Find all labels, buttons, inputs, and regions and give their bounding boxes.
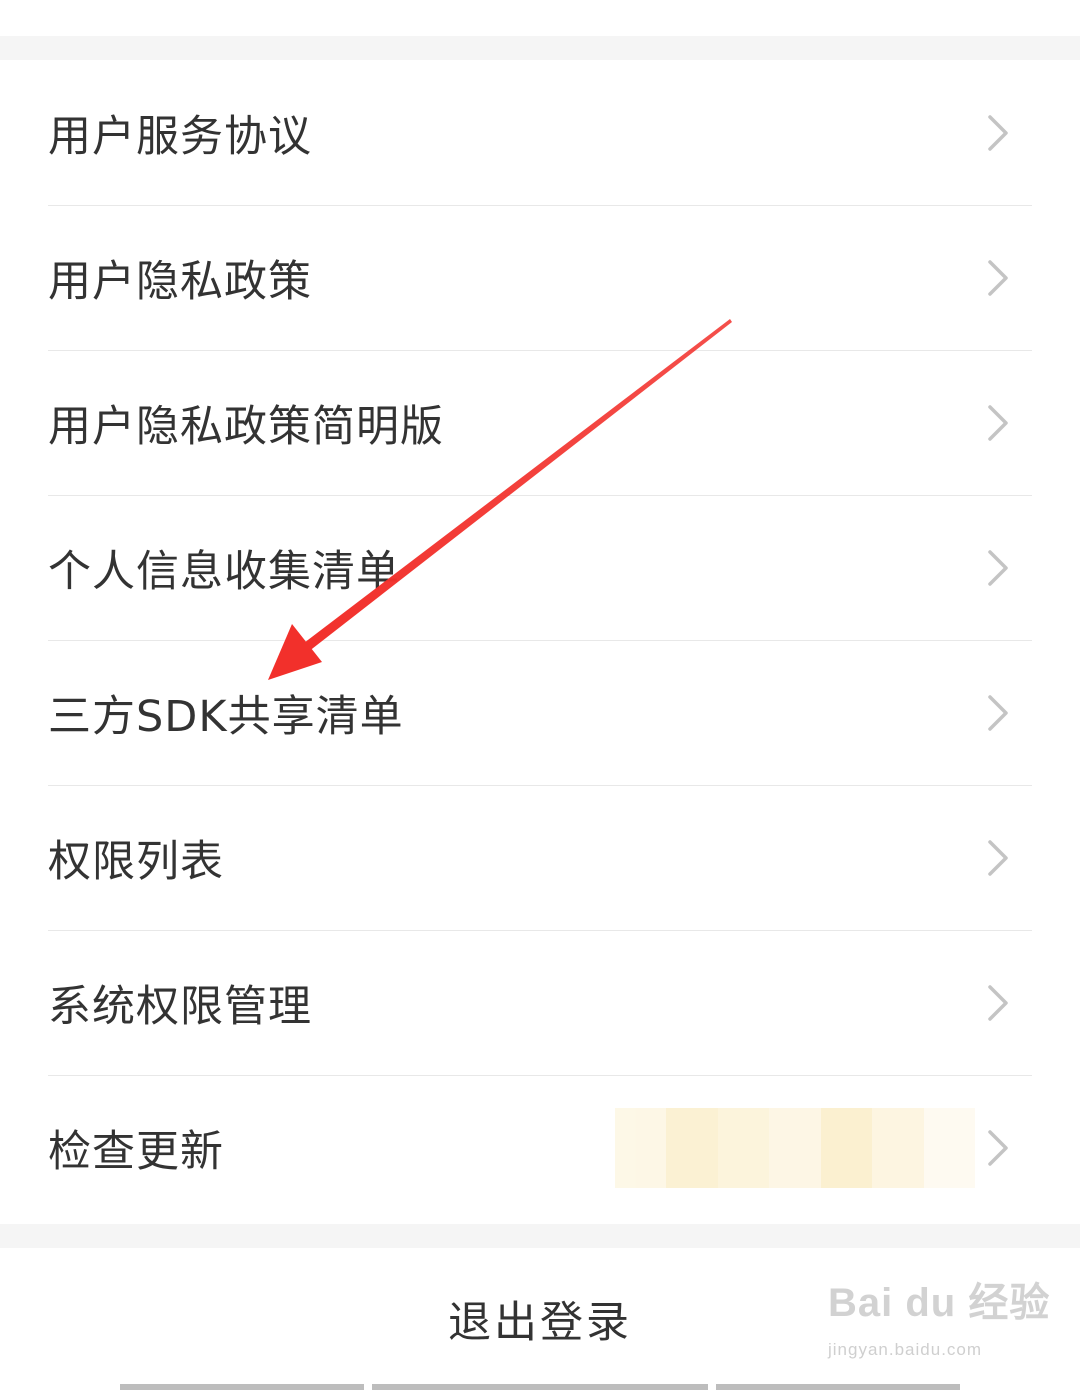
chevron-right-icon xyxy=(978,1128,1018,1168)
bottom-toolbar-edge xyxy=(0,1384,1080,1390)
menu-item-system-permission-management[interactable]: 系统权限管理 xyxy=(48,930,1032,1075)
menu-item-label: 系统权限管理 xyxy=(48,982,312,1032)
chevron-right-icon xyxy=(978,258,1018,298)
menu-item-personal-info-collection-list[interactable]: 个人信息收集清单 xyxy=(48,495,1032,640)
settings-menu: 用户服务协议 用户隐私政策 用户隐私政策简明版 个人信息收集清单 三方SDK共享… xyxy=(0,60,1080,1224)
chevron-right-icon xyxy=(978,548,1018,588)
version-blur-patch xyxy=(615,1108,975,1188)
chevron-right-icon xyxy=(978,838,1018,878)
menu-item-permission-list[interactable]: 权限列表 xyxy=(48,785,1032,930)
menu-item-label: 三方SDK共享清单 xyxy=(48,692,404,742)
menu-item-privacy-policy-summary[interactable]: 用户隐私政策简明版 xyxy=(48,350,1032,495)
watermark-url: jingyan.baidu.com xyxy=(828,1340,983,1359)
chevron-right-icon xyxy=(978,983,1018,1023)
top-strip xyxy=(0,0,1080,36)
logout-button[interactable]: 退出登录 xyxy=(340,1248,740,1390)
menu-item-label: 用户服务协议 xyxy=(48,111,312,162)
chevron-right-icon xyxy=(978,403,1018,443)
baidu-jingyan-watermark: Bai du 经验 jingyan.baidu.com xyxy=(828,1270,1049,1370)
menu-item-label: 检查更新 xyxy=(48,1127,224,1177)
menu-item-user-privacy-policy[interactable]: 用户隐私政策 xyxy=(48,205,1032,350)
chevron-right-icon xyxy=(978,113,1018,153)
menu-item-label: 权限列表 xyxy=(48,837,224,887)
menu-item-label: 用户隐私政策 xyxy=(48,257,312,307)
menu-item-third-party-sdk-list[interactable]: 三方SDK共享清单 xyxy=(48,640,1032,785)
watermark-brand: Bai du 经验 xyxy=(828,1281,1051,1325)
menu-item-user-service-agreement[interactable]: 用户服务协议 xyxy=(48,60,1032,205)
menu-item-label: 用户隐私政策简明版 xyxy=(48,402,444,452)
menu-item-label: 个人信息收集清单 xyxy=(48,547,400,597)
chevron-right-icon xyxy=(978,693,1018,733)
